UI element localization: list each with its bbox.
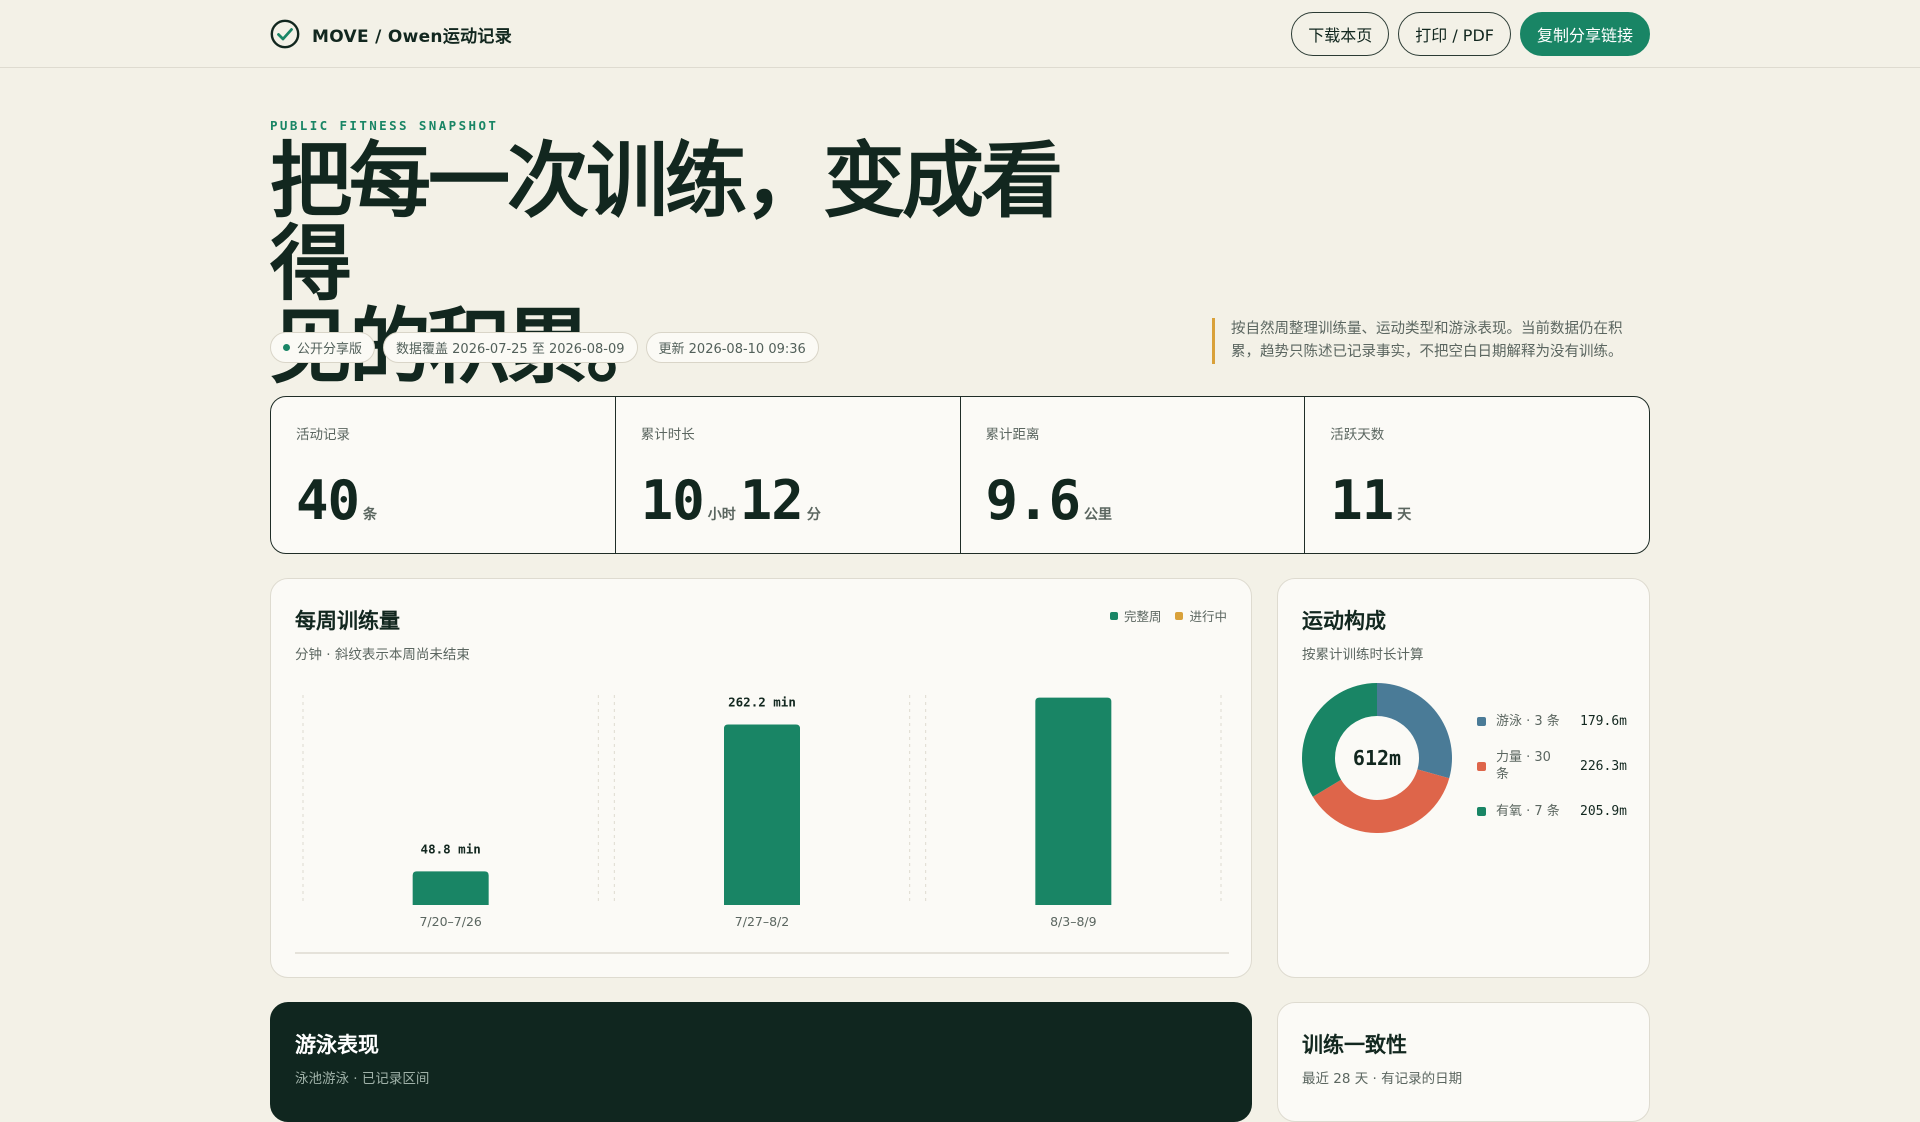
card-title: 游泳表现	[295, 1033, 379, 1057]
card-subtitle: 泳池游泳 · 已记录区间	[295, 1071, 430, 1087]
stat-label: 活跃天数	[1330, 427, 1385, 443]
hero-note: 按自然周整理训练量、运动类型和游泳表现。当前数据仍在积累，趋势只陈述已记录事实，…	[1212, 318, 1642, 364]
stat-distance: 累计距离 9.6 公里	[961, 397, 1306, 553]
mix-item-name: 力量 · 30 条	[1496, 750, 1551, 782]
card-title: 运动构成	[1302, 609, 1386, 633]
mix-item-swim: 游泳 · 3 条 179.6m	[1477, 707, 1627, 735]
brand[interactable]: MOVE / Owen运动记录	[270, 19, 512, 49]
stat-active-days: 活跃天数 11 天	[1305, 397, 1649, 553]
download-page-button[interactable]: 下载本页	[1291, 12, 1390, 56]
stat-value: 9.6 公里	[986, 469, 1117, 532]
mix-item-strength: 力量 · 30 条 226.3m	[1477, 749, 1627, 783]
stat-unit: 公里	[1084, 507, 1113, 523]
meta-chips: 公开分享版 数据覆盖 2026-07-25 至 2026-08-09 更新 20…	[270, 332, 819, 363]
stat-minutes: 12	[739, 469, 804, 532]
stat-label: 累计时长	[640, 427, 695, 443]
data-coverage-chip: 数据覆盖 2026-07-25 至 2026-08-09	[383, 332, 638, 363]
stat-duration: 累计时长 10 小时 12 分	[616, 397, 961, 553]
updated-time-chip: 更新 2026-08-10 09:36	[645, 332, 819, 363]
legend-swatch	[1477, 716, 1486, 726]
card-title: 训练一致性	[1302, 1033, 1407, 1057]
mix-item-value: 205.9m	[1580, 803, 1627, 819]
mix-legend: 游泳 · 3 条 179.6m 力量 · 30 条 226.3m 有氧 · 7 …	[1477, 707, 1627, 839]
stat-value: 11 天	[1330, 469, 1415, 532]
data-label: 48.8 min	[421, 841, 481, 856]
summary-stats: 活动记录 40 条 累计时长 10 小时 12 分 累计距离 9.6 公里 活跃…	[270, 396, 1650, 554]
stat-unit: 天	[1397, 507, 1412, 523]
hero-title-line-1: 把每一次训练，变成看得	[270, 134, 1063, 312]
category-label: 7/20–7/26	[419, 914, 481, 929]
category-label: 8/3–8/9	[1050, 914, 1097, 929]
check-circle-icon	[270, 19, 300, 49]
stat-unit: 小时	[707, 507, 736, 523]
mix-item-name: 有氧 · 7 条	[1496, 803, 1560, 819]
stat-number: 9.6	[985, 469, 1082, 532]
weekly-volume-card: 每周训练量 分钟 · 斜纹表示本周尚未结束 完整周 进行中 48.8 min 7/…	[270, 578, 1252, 978]
legend-swatch	[1477, 806, 1486, 816]
swim-performance-card: 游泳表现 泳池游泳 · 已记录区间	[270, 1002, 1252, 1122]
stat-label: 活动记录	[296, 427, 350, 443]
mix-item-name: 游泳 · 3 条	[1496, 713, 1560, 729]
stat-value: 40 条	[296, 469, 381, 532]
copy-share-link-button[interactable]: 复制分享链接	[1519, 12, 1650, 56]
stat-value: 10 小时 12 分	[641, 469, 825, 532]
donut-total: 612m	[1352, 746, 1402, 770]
header-actions: 下载本页 打印 / PDF 复制分享链接	[1291, 12, 1650, 56]
card-subtitle: 按累计训练时长计算	[1302, 647, 1424, 663]
activity-mix-card: 运动构成 按累计训练时长计算 612m 游泳 · 3 条 179.6m 力量 ·…	[1277, 578, 1650, 978]
data-label: 262.2 min	[728, 694, 796, 709]
public-share-chip: 公开分享版	[270, 332, 376, 363]
status-dot-icon	[283, 344, 290, 351]
bar[interactable]	[724, 724, 800, 905]
category-label: 7/27–8/2	[735, 914, 789, 929]
stat-records: 活动记录 40 条	[271, 397, 616, 553]
weekly-bar-chart: 48.8 min 7/20–7/26 262.2 min 7/27–8/2 8/3–8/…	[295, 694, 1229, 954]
stat-label: 累计距离	[985, 427, 1040, 443]
stat-number: 40	[296, 469, 360, 532]
bar[interactable]	[412, 871, 489, 905]
stat-hours: 10	[640, 469, 705, 532]
legend-swatch	[1477, 761, 1486, 771]
mix-item-cardio: 有氧 · 7 条 205.9m	[1477, 797, 1627, 825]
card-subtitle: 最近 28 天 · 有记录的日期	[1302, 1071, 1463, 1087]
hero-eyebrow: PUBLIC FITNESS SNAPSHOT	[270, 118, 499, 133]
print-pdf-button[interactable]: 打印 / PDF	[1398, 12, 1511, 56]
mix-item-value: 179.6m	[1580, 713, 1627, 729]
training-consistency-card: 训练一致性 最近 28 天 · 有记录的日期	[1277, 1002, 1650, 1122]
brand-name: MOVE / Owen运动记录	[312, 26, 513, 47]
public-share-label: 公开分享版	[297, 342, 363, 357]
mix-item-value: 226.3m	[1580, 758, 1627, 774]
stat-unit: 分	[806, 507, 821, 523]
bar[interactable]	[1035, 697, 1112, 905]
top-bar: MOVE / Owen运动记录 下载本页 打印 / PDF 复制分享链接	[0, 0, 1920, 68]
stat-number: 11	[1330, 469, 1394, 532]
stat-unit: 条	[363, 507, 378, 523]
